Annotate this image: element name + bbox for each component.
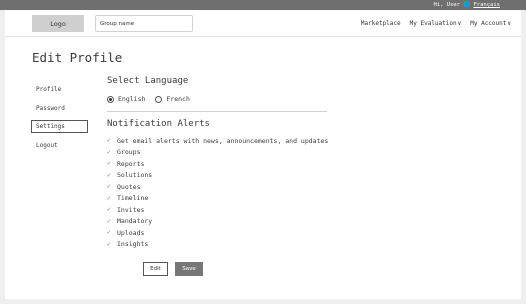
checkmark-icon: ✓ [107, 183, 111, 191]
nav-my-evaluation-label: My Evaluation [409, 20, 457, 27]
notification-option-label: Invites [117, 205, 145, 214]
language-option-english[interactable]: English [107, 95, 145, 103]
notification-option[interactable]: ✓ Reports [107, 158, 328, 170]
language-option-label: English [118, 95, 146, 103]
header: Logo Marketplace My Evaluation∨ My Accou… [5, 10, 521, 37]
sidebar-item-profile[interactable]: Profile [31, 83, 88, 96]
language-section-title: Select Language [107, 76, 189, 86]
notification-option[interactable]: ✓ Insights [107, 239, 328, 251]
notification-option-label: Solutions [117, 171, 153, 180]
notification-option[interactable]: ✓ Uploads [107, 227, 328, 239]
notification-option[interactable]: ✓ Groups [107, 147, 328, 159]
sidebar-item-logout[interactable]: Logout [31, 139, 88, 152]
nav-my-account-label: My Account [470, 20, 507, 27]
group-name-input[interactable] [95, 15, 193, 32]
notification-option[interactable]: ✓ Timeline [107, 193, 328, 205]
checkmark-icon: ✓ [107, 206, 111, 214]
notification-option-label: Mandatory [117, 217, 153, 226]
sidebar-item-settings[interactable]: Settings [31, 120, 88, 133]
notification-option-label: Timeline [117, 194, 149, 203]
checkmark-icon: ✓ [107, 148, 111, 156]
globe-icon: 🌐 [463, 1, 471, 8]
checkmark-icon: ✓ [107, 229, 111, 237]
notification-option-label: Get email alerts with news, announcement… [117, 136, 329, 145]
checkmark-icon: ✓ [107, 240, 111, 248]
language-option-french[interactable]: French [155, 95, 190, 103]
notification-option-label: Groups [117, 148, 141, 157]
top-bar: Hi, User 🌐 Français [0, 0, 526, 10]
notification-option[interactable]: ✓ Solutions [107, 170, 328, 182]
notification-option[interactable]: ✓ Quotes [107, 181, 328, 193]
main-nav: Marketplace My Evaluation∨ My Account∨ [361, 10, 511, 37]
user-greeting: Hi, User [433, 2, 461, 8]
logo[interactable]: Logo [32, 15, 84, 32]
checkmark-icon: ✓ [107, 194, 111, 202]
radio-unselected-icon [155, 95, 163, 103]
language-option-label: French [166, 95, 190, 103]
notification-checklist: ✓ Get email alerts with news, announcemen… [107, 135, 328, 250]
checkmark-icon: ✓ [107, 171, 111, 179]
save-button[interactable]: Save [175, 262, 203, 276]
notification-option-label: Quotes [117, 182, 141, 191]
nav-my-evaluation[interactable]: My Evaluation∨ [410, 20, 462, 27]
radio-selected-icon [107, 95, 114, 103]
main-content: Edit Profile Profile Password Settings L… [5, 37, 521, 299]
chevron-down-icon: ∨ [457, 20, 462, 27]
page-title: Edit Profile [32, 50, 123, 65]
notification-option-label: Insights [117, 240, 149, 249]
notifications-section-title: Notification Alerts [107, 119, 210, 129]
nav-my-account[interactable]: My Account∨ [470, 20, 511, 27]
sidebar-item-password[interactable]: Password [31, 102, 88, 115]
checkmark-icon: ✓ [107, 137, 111, 145]
section-divider [107, 111, 327, 112]
language-radio-group: English French [107, 95, 190, 103]
notification-option[interactable]: ✓ Invites [107, 204, 328, 216]
language-switch-link[interactable]: Français [474, 2, 501, 8]
checkmark-icon: ✓ [107, 217, 111, 225]
nav-marketplace[interactable]: Marketplace [361, 20, 401, 27]
notification-option-label: Reports [117, 159, 145, 168]
checkmark-icon: ✓ [107, 160, 111, 168]
notification-option[interactable]: ✓ Get email alerts with news, announcemen… [107, 135, 328, 147]
edit-button[interactable]: Edit [143, 262, 168, 276]
chevron-down-icon: ∨ [507, 20, 511, 27]
sidebar-menu: Profile Password Settings Logout [31, 83, 88, 157]
notification-option[interactable]: ✓ Mandatory [107, 216, 328, 228]
notification-option-label: Uploads [117, 228, 145, 237]
